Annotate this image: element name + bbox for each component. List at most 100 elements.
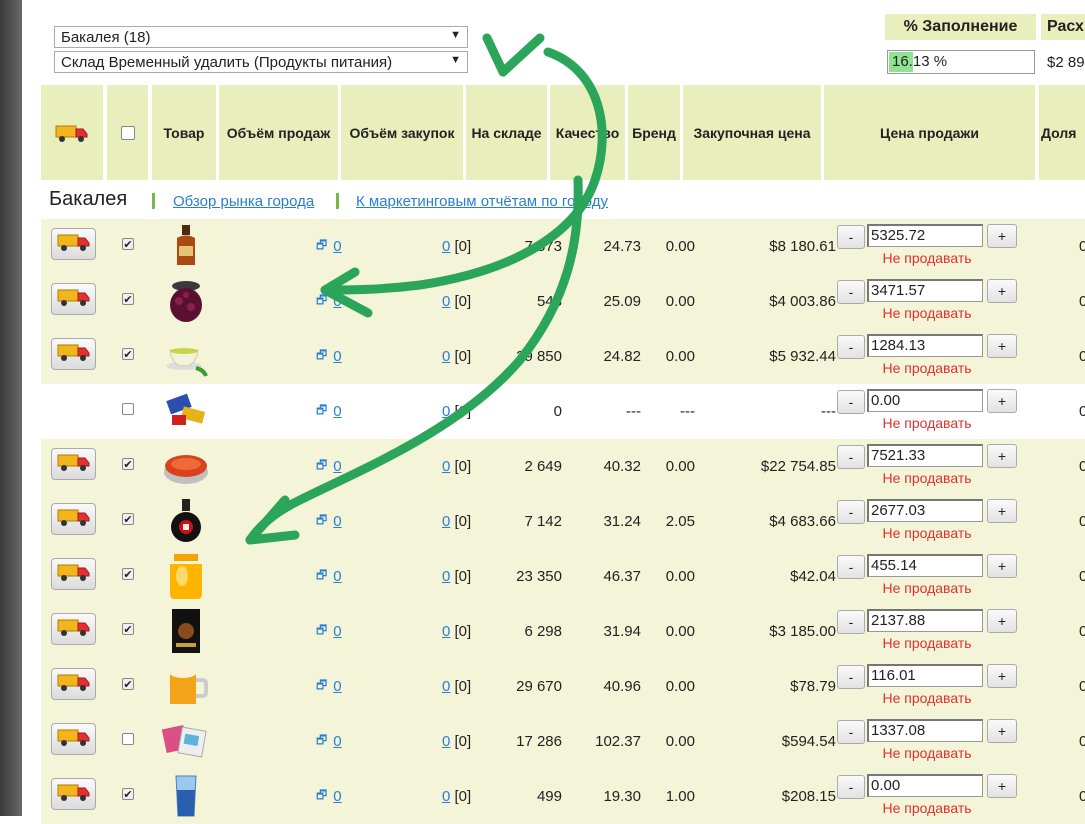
cognac-icon[interactable]	[162, 222, 210, 270]
jam-jar-icon[interactable]	[162, 277, 210, 325]
sale-price-input[interactable]: 0.00	[867, 774, 983, 797]
decrease-price-button[interactable]: -	[837, 665, 865, 689]
decrease-price-button[interactable]: -	[837, 335, 865, 359]
header-sales-volume[interactable]: Объём продаж	[219, 85, 338, 180]
increase-price-button[interactable]: +	[987, 719, 1017, 743]
increase-price-button[interactable]: +	[987, 279, 1017, 303]
do-not-sell-link[interactable]: Не продавать	[867, 580, 987, 596]
sale-price-input[interactable]: 5325.72	[867, 224, 983, 247]
do-not-sell-link[interactable]: Не продавать	[867, 250, 987, 266]
supply-button[interactable]	[51, 558, 96, 590]
sale-price-input[interactable]: 116.01	[867, 664, 983, 687]
purchase-volume-link[interactable]: 0	[442, 348, 450, 365]
row-checkbox[interactable]: ✔	[122, 623, 134, 636]
water-glass-icon[interactable]	[162, 772, 210, 820]
coffee-pack-icon[interactable]	[162, 607, 210, 655]
supply-button[interactable]	[51, 228, 96, 260]
supply-button[interactable]	[51, 668, 96, 700]
do-not-sell-link[interactable]: Не продавать	[867, 635, 987, 651]
open-window-icon[interactable]: 🗗	[316, 676, 327, 697]
supply-button[interactable]	[51, 503, 96, 535]
liqueur-bottle-icon[interactable]	[162, 497, 210, 545]
increase-price-button[interactable]: +	[987, 774, 1017, 798]
candy-icon[interactable]	[162, 387, 210, 435]
supply-button[interactable]	[51, 283, 96, 315]
purchase-volume-link[interactable]: 0	[442, 513, 450, 530]
open-window-icon[interactable]: 🗗	[316, 291, 327, 312]
do-not-sell-link[interactable]: Не продавать	[867, 360, 987, 376]
purchase-volume-link[interactable]: 0	[442, 458, 450, 475]
do-not-sell-link[interactable]: Не продавать	[867, 525, 987, 541]
market-overview-link[interactable]: Обзор рынка города	[173, 193, 314, 210]
sale-price-input[interactable]: 1337.08	[867, 719, 983, 742]
open-window-icon[interactable]: 🗗	[316, 401, 327, 422]
sales-volume-link[interactable]: 0	[333, 293, 341, 310]
supply-button[interactable]	[51, 338, 96, 370]
sale-price-input[interactable]: 455.14	[867, 554, 983, 577]
sales-volume-link[interactable]: 0	[333, 788, 341, 805]
do-not-sell-link[interactable]: Не продавать	[867, 745, 987, 761]
open-window-icon[interactable]: 🗗	[316, 236, 327, 257]
decrease-price-button[interactable]: -	[837, 775, 865, 799]
sales-volume-link[interactable]: 0	[333, 238, 341, 255]
do-not-sell-link[interactable]: Не продавать	[867, 415, 987, 431]
increase-price-button[interactable]: +	[987, 664, 1017, 688]
increase-price-button[interactable]: +	[987, 609, 1017, 633]
row-checkbox[interactable]: ✔	[122, 568, 134, 581]
purchase-volume-link[interactable]: 0	[442, 788, 450, 805]
sale-price-input[interactable]: 0.00	[867, 389, 983, 412]
increase-price-button[interactable]: +	[987, 444, 1017, 468]
open-window-icon[interactable]: 🗗	[316, 621, 327, 642]
sales-volume-link[interactable]: 0	[333, 403, 341, 420]
sale-price-input[interactable]: 2137.88	[867, 609, 983, 632]
marketing-reports-link[interactable]: К маркетинговым отчётам по городу	[356, 193, 608, 210]
open-window-icon[interactable]: 🗗	[316, 456, 327, 477]
header-quality[interactable]: Качество	[550, 85, 625, 180]
caviar-tin-icon[interactable]	[162, 442, 210, 490]
sale-price-input[interactable]: 3471.57	[867, 279, 983, 302]
header-purchase-volume[interactable]: Объём закупок	[341, 85, 463, 180]
purchase-volume-link[interactable]: 0	[442, 678, 450, 695]
header-share[interactable]: Доля	[1039, 85, 1085, 180]
honey-jar-icon[interactable]	[162, 552, 210, 600]
decrease-price-button[interactable]: -	[837, 445, 865, 469]
decrease-price-button[interactable]: -	[837, 390, 865, 414]
supply-button[interactable]	[51, 723, 96, 755]
purchase-volume-link[interactable]: 0	[442, 293, 450, 310]
increase-price-button[interactable]: +	[987, 334, 1017, 358]
row-checkbox[interactable]: ✔	[122, 788, 134, 801]
decrease-price-button[interactable]: -	[837, 280, 865, 304]
row-checkbox[interactable]	[122, 403, 134, 415]
sales-volume-link[interactable]: 0	[333, 458, 341, 475]
decrease-price-button[interactable]: -	[837, 720, 865, 744]
purchase-volume-link[interactable]: 0	[442, 403, 450, 420]
increase-price-button[interactable]: +	[987, 499, 1017, 523]
sales-volume-link[interactable]: 0	[333, 678, 341, 695]
sale-price-input[interactable]: 2677.03	[867, 499, 983, 522]
row-checkbox[interactable]: ✔	[122, 348, 134, 361]
supply-button[interactable]	[51, 448, 96, 480]
do-not-sell-link[interactable]: Не продавать	[867, 800, 987, 816]
supply-button[interactable]	[51, 778, 96, 810]
open-window-icon[interactable]: 🗗	[316, 346, 327, 367]
beer-mug-icon[interactable]	[162, 662, 210, 710]
header-purchase-price[interactable]: Закупочная цена	[683, 85, 821, 180]
row-checkbox[interactable]	[122, 733, 134, 745]
open-window-icon[interactable]: 🗗	[316, 566, 327, 587]
decrease-price-button[interactable]: -	[837, 500, 865, 524]
open-window-icon[interactable]: 🗗	[316, 786, 327, 807]
header-select-all[interactable]	[107, 85, 148, 180]
purchase-volume-link[interactable]: 0	[442, 568, 450, 585]
open-window-icon[interactable]: 🗗	[316, 511, 327, 532]
row-checkbox[interactable]: ✔	[122, 678, 134, 691]
increase-price-button[interactable]: +	[987, 224, 1017, 248]
sales-volume-link[interactable]: 0	[333, 623, 341, 640]
decrease-price-button[interactable]: -	[837, 225, 865, 249]
sales-volume-link[interactable]: 0	[333, 733, 341, 750]
do-not-sell-link[interactable]: Не продавать	[867, 690, 987, 706]
sale-price-input[interactable]: 7521.33	[867, 444, 983, 467]
purchase-volume-link[interactable]: 0	[442, 238, 450, 255]
header-in-stock[interactable]: На складе	[466, 85, 547, 180]
purchase-volume-link[interactable]: 0	[442, 623, 450, 640]
sales-volume-link[interactable]: 0	[333, 568, 341, 585]
